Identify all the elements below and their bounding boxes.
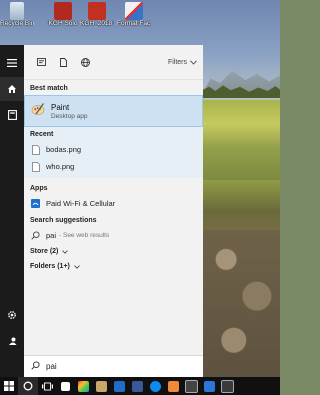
taskbar [0, 377, 280, 395]
documents-filter-icon[interactable] [52, 51, 74, 73]
store-bag-icon [60, 381, 70, 391]
suggestion-hint: - See web results [59, 232, 110, 239]
app-icon [54, 2, 72, 20]
headphones-icon [184, 379, 198, 393]
facebook-icon [131, 380, 143, 392]
paint-app-icon [95, 380, 107, 392]
wifi-cellular-app-icon [31, 198, 40, 209]
image-file-icon [31, 161, 40, 172]
user-feedback-icon[interactable] [0, 329, 24, 353]
home-icon[interactable] [0, 77, 24, 101]
image-file-icon [31, 144, 40, 155]
taskbar-app-paint[interactable] [92, 377, 110, 395]
settings-gear-icon[interactable] [0, 303, 24, 327]
taskbar-app-window[interactable] [218, 377, 236, 395]
media-app-icon [77, 380, 89, 392]
app-icon [167, 380, 179, 392]
apps-heading: Apps [30, 184, 48, 192]
recent-item[interactable]: who.png [24, 158, 203, 175]
notebook-icon[interactable] [0, 103, 24, 127]
search-icon [31, 361, 40, 372]
search-suggestions-heading: Search suggestions [30, 216, 97, 224]
taskbar-app-messenger[interactable] [146, 377, 164, 395]
format-factory-icon [125, 2, 143, 20]
app-result-label: Paid Wi-Fi & Cellular [46, 199, 116, 208]
recent-spacer [24, 175, 203, 178]
mail-icon [113, 380, 125, 392]
chevron-down-icon [74, 264, 80, 269]
cortana-button[interactable] [18, 377, 38, 395]
search-input[interactable]: pai [46, 362, 57, 371]
best-match-result[interactable]: Paint Desktop app [24, 95, 203, 127]
wallpaper-rocks [203, 230, 280, 377]
start-button[interactable] [0, 377, 18, 395]
best-match-heading: Best match [30, 84, 68, 92]
recycle-bin-icon [10, 2, 24, 20]
taskbar-app-mail[interactable] [110, 377, 128, 395]
taskbar-app-orange[interactable] [164, 377, 182, 395]
best-match-title: Paint [51, 102, 70, 112]
messenger-icon [149, 380, 161, 392]
desktop-icon-kgh-solo[interactable]: KGH Solo [46, 0, 80, 27]
start-rail [0, 45, 24, 377]
wallpaper-field [203, 100, 280, 180]
suggestion-query: pai [46, 231, 57, 240]
taskbar-app-audio[interactable] [182, 377, 200, 395]
chevron-down-icon [62, 249, 69, 254]
folders-group[interactable]: Folders (1+) [24, 259, 203, 274]
filters-label: Filters [167, 58, 187, 66]
search-box[interactable]: pai [24, 355, 203, 377]
recent-item[interactable]: bodas.png [24, 141, 203, 158]
chevron-down-icon [190, 59, 197, 65]
task-view-icon [41, 382, 53, 390]
app-icon [203, 380, 215, 392]
folders-label: Folders (1+) [30, 263, 70, 270]
cortana-circle-icon [23, 381, 33, 391]
desktop-icon-recycle-bin[interactable]: Recycle Bin [0, 0, 34, 27]
taskbar-app-store[interactable] [56, 377, 74, 395]
hamburger-menu-icon[interactable] [0, 51, 24, 75]
taskbar-app-tiles[interactable] [200, 377, 218, 395]
taskbar-app-media[interactable] [74, 377, 92, 395]
desktop-icon-kgh-2018[interactable]: KGH_2018 KAIN BA... [80, 0, 114, 27]
recent-item-label: bodas.png [46, 145, 82, 154]
recent-heading: Recent [30, 130, 54, 138]
paint-app-icon [31, 102, 45, 121]
search-icon [31, 230, 40, 241]
panel-toolbar: Filters [24, 45, 203, 80]
web-suggestion-item[interactable]: pai - See web results [24, 227, 203, 244]
app-icon [88, 2, 106, 20]
recent-item-label: who.png [46, 162, 75, 171]
app-result-item[interactable]: Paid Wi-Fi & Cellular [24, 195, 203, 212]
best-match-subtitle: Desktop app [51, 112, 88, 120]
store-label: Store (2) [30, 248, 59, 255]
desktop-icon-format-factory[interactable]: Format Factory [117, 0, 151, 27]
recent-section: Recent bodas.png who.png [24, 127, 203, 178]
windows-logo-icon [4, 381, 14, 391]
search-results-panel: Filters Best match Paint Desktop app Rec… [24, 45, 203, 377]
web-filter-icon[interactable] [74, 51, 96, 73]
task-view-button[interactable] [38, 377, 56, 395]
store-group[interactable]: Store (2) [24, 244, 203, 259]
app-icon [220, 379, 234, 393]
taskbar-app-facebook[interactable] [128, 377, 146, 395]
filters-dropdown[interactable]: Filters [168, 59, 197, 66]
apps-filter-icon[interactable] [30, 51, 52, 73]
